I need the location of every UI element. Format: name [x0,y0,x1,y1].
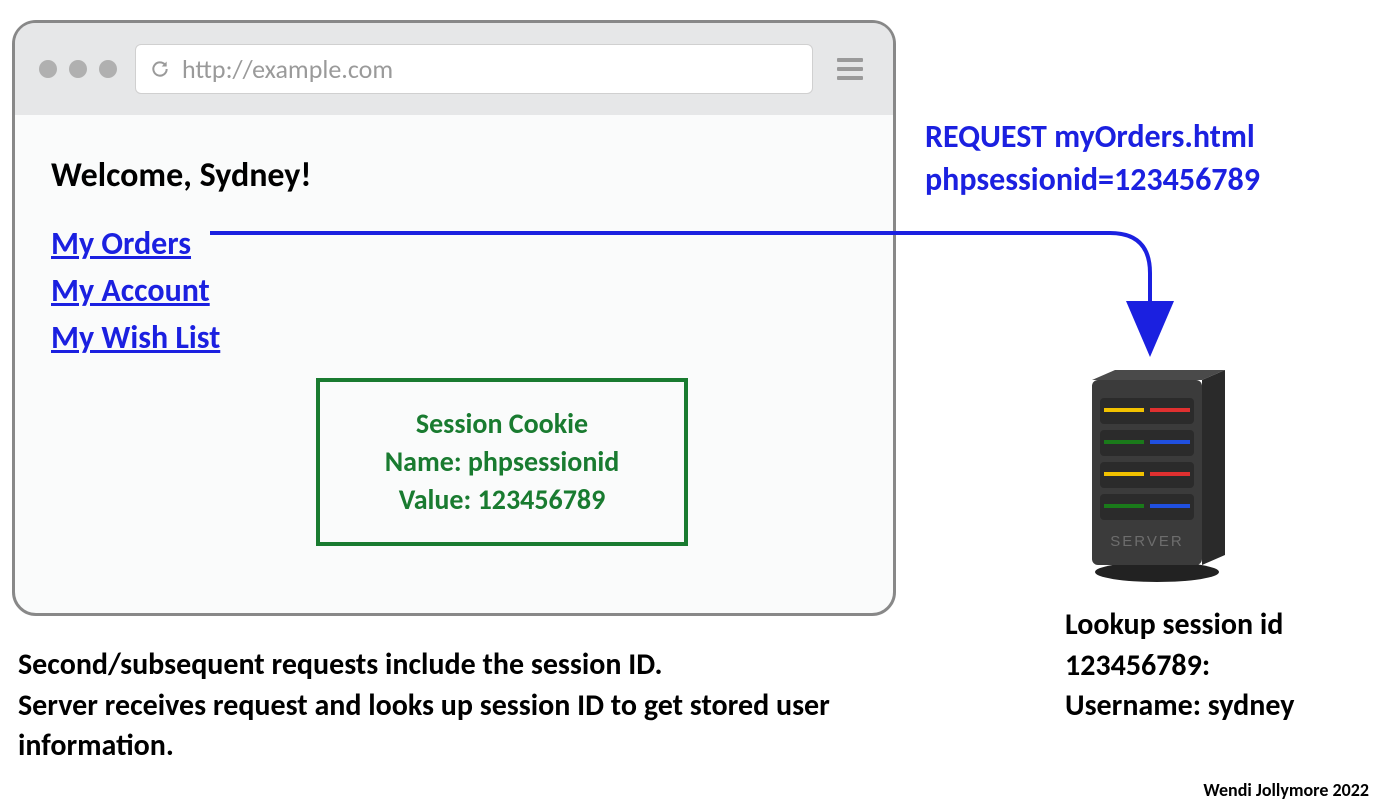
close-icon[interactable] [39,60,57,78]
link-my-wishlist[interactable]: My Wish List [51,316,220,359]
reload-icon[interactable] [150,59,170,79]
author-credit: Wendi Jollymore 2022 [1203,779,1369,801]
lookup-line3: Username: sydney [1065,686,1375,727]
cookie-name: Name: phpsessionid [385,443,620,481]
url-text: http://example.com [182,53,393,85]
svg-text:SERVER: SERVER [1110,533,1183,550]
explain-line1: Second/subsequent requests include the s… [18,645,938,686]
request-label: REQUEST myOrders.html phpsessionid=12345… [925,115,1260,201]
explain-line2: Server receives request and looks up ses… [18,686,938,767]
lookup-line1: Lookup session id [1065,605,1375,646]
server-icon: SERVER [1080,360,1235,590]
address-bar[interactable]: http://example.com [135,44,813,94]
request-line2: phpsessionid=123456789 [925,158,1260,201]
page-content: Welcome, Sydney! My Orders My Account My… [15,115,893,390]
menu-icon[interactable] [831,58,869,80]
cookie-value: Value: 123456789 [399,481,606,519]
server-lookup-text: Lookup session id 123456789: Username: s… [1065,605,1375,727]
session-cookie-box: Session Cookie Name: phpsessionid Value:… [316,378,688,546]
cookie-title: Session Cookie [416,405,588,443]
browser-toolbar: http://example.com [15,23,893,115]
welcome-heading: Welcome, Sydney! [51,155,857,196]
maximize-icon[interactable] [99,60,117,78]
lookup-line2: 123456789: [1065,646,1375,687]
explanation-text: Second/subsequent requests include the s… [18,645,938,767]
minimize-icon[interactable] [69,60,87,78]
link-my-orders[interactable]: My Orders [51,222,191,265]
request-line1: REQUEST myOrders.html [925,115,1260,158]
window-traffic-lights [39,60,117,78]
link-my-account[interactable]: My Account [51,269,210,312]
nav-links: My Orders My Account My Wish List [51,220,857,362]
